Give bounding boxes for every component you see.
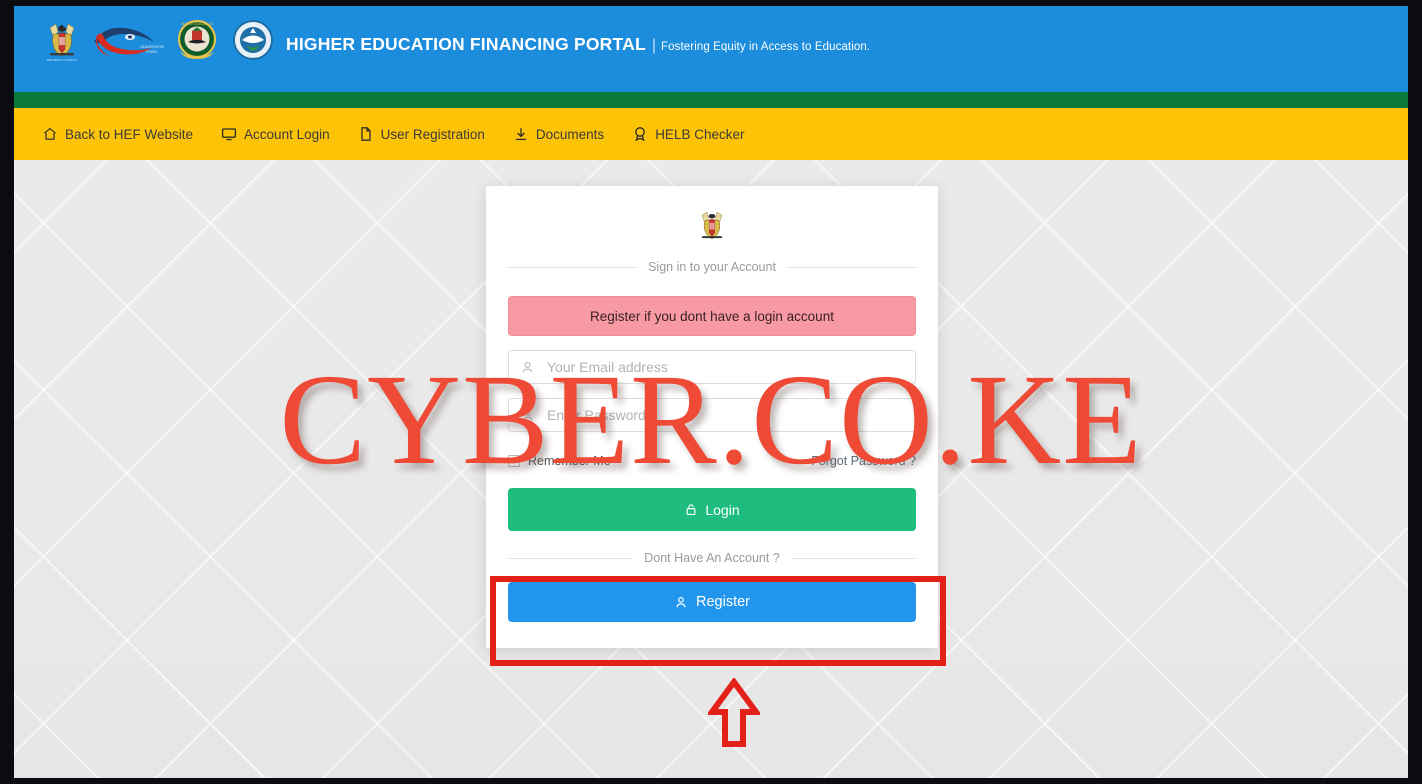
nav-item-label: Account Login: [244, 126, 330, 142]
kenya-coat-of-arms-logo: REPUBLIC OF KENYA: [44, 20, 80, 69]
header-green-strip: [14, 92, 1408, 108]
signin-divider: Sign in to your Account: [508, 260, 916, 274]
page-content: Sign in to your Account Register if you …: [14, 160, 1408, 778]
nav-item-label: Back to HEF Website: [65, 126, 194, 142]
login-button-label: Login: [705, 501, 740, 518]
tveta-seal-icon: TVET: [233, 20, 273, 61]
login-button[interactable]: Login: [508, 488, 916, 531]
lock-icon: [684, 502, 698, 517]
kenya-coat-of-arms-icon: REPUBLIC OF KENYA: [47, 23, 78, 62]
nav-item-account-login[interactable]: Account Login: [207, 122, 344, 146]
remember-me-checkbox[interactable]: Remember Me: [508, 454, 611, 468]
nav-item-label: User Registration: [380, 126, 485, 142]
svg-text:FUND: FUND: [146, 49, 157, 54]
register-prompt-label: Register if you dont have a login accoun…: [590, 308, 834, 324]
site-header: REPUBLIC OF KENYA UNIVERSITIES FUND: [14, 6, 1408, 92]
user-icon: [519, 359, 535, 375]
svg-text:TVET: TVET: [249, 57, 258, 61]
password-field[interactable]: Enter Password: [508, 398, 916, 432]
login-card: Sign in to your Account Register if you …: [486, 186, 938, 648]
screenshot-frame: REPUBLIC OF KENYA UNIVERSITIES FUND: [0, 0, 1422, 784]
annotation-arrow-up-icon: [708, 678, 760, 747]
download-icon: [513, 126, 529, 142]
noaccount-divider-label: Dont Have An Account ?: [644, 551, 780, 565]
login-options-row: Remember Me Forgot Password ?: [508, 450, 916, 472]
main-navigation: Back to HEF Website Account Login User R…: [14, 108, 1408, 160]
checkbox-box[interactable]: [508, 455, 520, 467]
page-root: REPUBLIC OF KENYA UNIVERSITIES FUND: [14, 6, 1408, 778]
universities-fund-logo: UNIVERSITIES FUND: [90, 22, 168, 69]
logo-row: REPUBLIC OF KENYA UNIVERSITIES FUND: [44, 18, 276, 69]
register-prompt-alert[interactable]: Register if you dont have a login accoun…: [508, 296, 916, 336]
header-title-separator: |: [651, 37, 656, 54]
nav-item-label: HELB Checker: [655, 126, 745, 142]
kenya-coat-of-arms-icon: [701, 211, 723, 239]
header-title-main: HIGHER EDUCATION FINANCING PORTAL: [286, 34, 646, 54]
nav-item-user-registration[interactable]: User Registration: [344, 122, 499, 146]
card-emblem: [508, 208, 916, 246]
monitor-icon: [221, 126, 237, 142]
register-button[interactable]: Register: [508, 582, 916, 622]
svg-text:REPUBLIC OF KENYA: REPUBLIC OF KENYA: [47, 58, 78, 62]
document-icon: [358, 126, 374, 142]
password-input-placeholder: Enter Password: [547, 407, 646, 423]
register-button-label: Register: [696, 594, 750, 610]
badge-icon: [632, 126, 648, 142]
email-field[interactable]: Your Email address: [508, 350, 916, 384]
nav-item-back-to-hef-website[interactable]: Back to HEF Website: [28, 122, 207, 146]
svg-text:HIGHER EDUCATION: HIGHER EDUCATION: [181, 22, 214, 26]
noaccount-divider: Dont Have An Account ?: [508, 551, 916, 565]
email-input-placeholder: Your Email address: [547, 359, 668, 375]
tveta-seal-logo: TVET: [230, 18, 276, 69]
nav-item-label: Documents: [535, 126, 605, 142]
nav-item-documents[interactable]: Documents: [499, 122, 618, 146]
swoosh-icon: UNIVERSITIES FUND: [94, 27, 168, 56]
nav-item-helb-checker[interactable]: HELB Checker: [618, 122, 758, 146]
page-title: HIGHER EDUCATION FINANCING PORTAL | Foster…: [286, 34, 870, 55]
remember-me-label: Remember Me: [528, 454, 611, 468]
header-title-tagline: Fostering Equity in Access to Education.: [661, 41, 871, 53]
signin-divider-label: Sign in to your Account: [648, 260, 776, 274]
home-icon: [42, 126, 58, 142]
forgot-password-link[interactable]: Forgot Password ?: [811, 454, 916, 468]
helb-seal-logo: HIGHER EDUCATION: [174, 18, 220, 69]
user-icon: [519, 407, 535, 423]
helb-seal-icon: HIGHER EDUCATION: [177, 19, 217, 59]
user-icon: [674, 595, 688, 610]
